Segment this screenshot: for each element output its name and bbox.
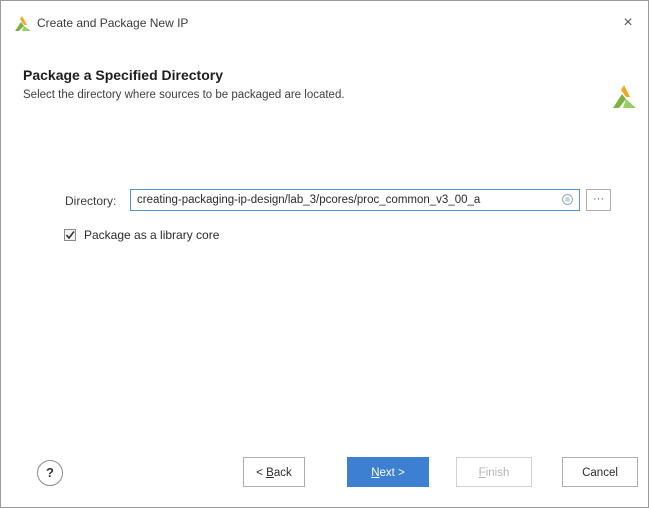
back-mnemonic: B [266,467,274,479]
page-header: Package a Specified Directory Select the… [1,53,648,133]
back-button[interactable]: < Back [243,457,305,487]
directory-input[interactable] [131,190,559,210]
page-title: Package a Specified Directory [23,67,223,83]
package-library-core-checkbox[interactable] [64,229,76,241]
close-button[interactable]: × [618,13,638,33]
next-mnemonic: N [371,467,380,479]
directory-field[interactable] [130,189,580,211]
vivado-logo-icon [15,16,31,31]
create-package-ip-dialog: Create and Package New IP × Package a Sp… [0,0,649,508]
back-prefix: < [256,467,267,479]
help-icon: ? [46,465,54,480]
back-rest: ack [273,467,292,479]
finish-button[interactable]: Finish [456,457,532,487]
browse-button[interactable]: ··· [586,189,611,211]
title-bar: Create and Package New IP × [1,1,648,45]
cancel-button[interactable]: Cancel [562,457,638,487]
clear-icon[interactable] [562,194,573,205]
finish-mnemonic: F [478,467,486,479]
vivado-logo-icon [613,85,636,108]
close-icon: × [623,14,633,31]
window-title: Create and Package New IP [37,16,189,30]
next-button[interactable]: Next > [347,457,429,487]
page-subtitle: Select the directory where sources to be… [23,89,345,101]
finish-rest: inish [485,467,510,479]
next-rest: ext > [379,467,405,479]
checkmark-icon [65,231,75,240]
help-button[interactable]: ? [37,460,63,486]
directory-label: Directory: [65,194,117,208]
package-library-core-label: Package as a library core [84,228,220,242]
